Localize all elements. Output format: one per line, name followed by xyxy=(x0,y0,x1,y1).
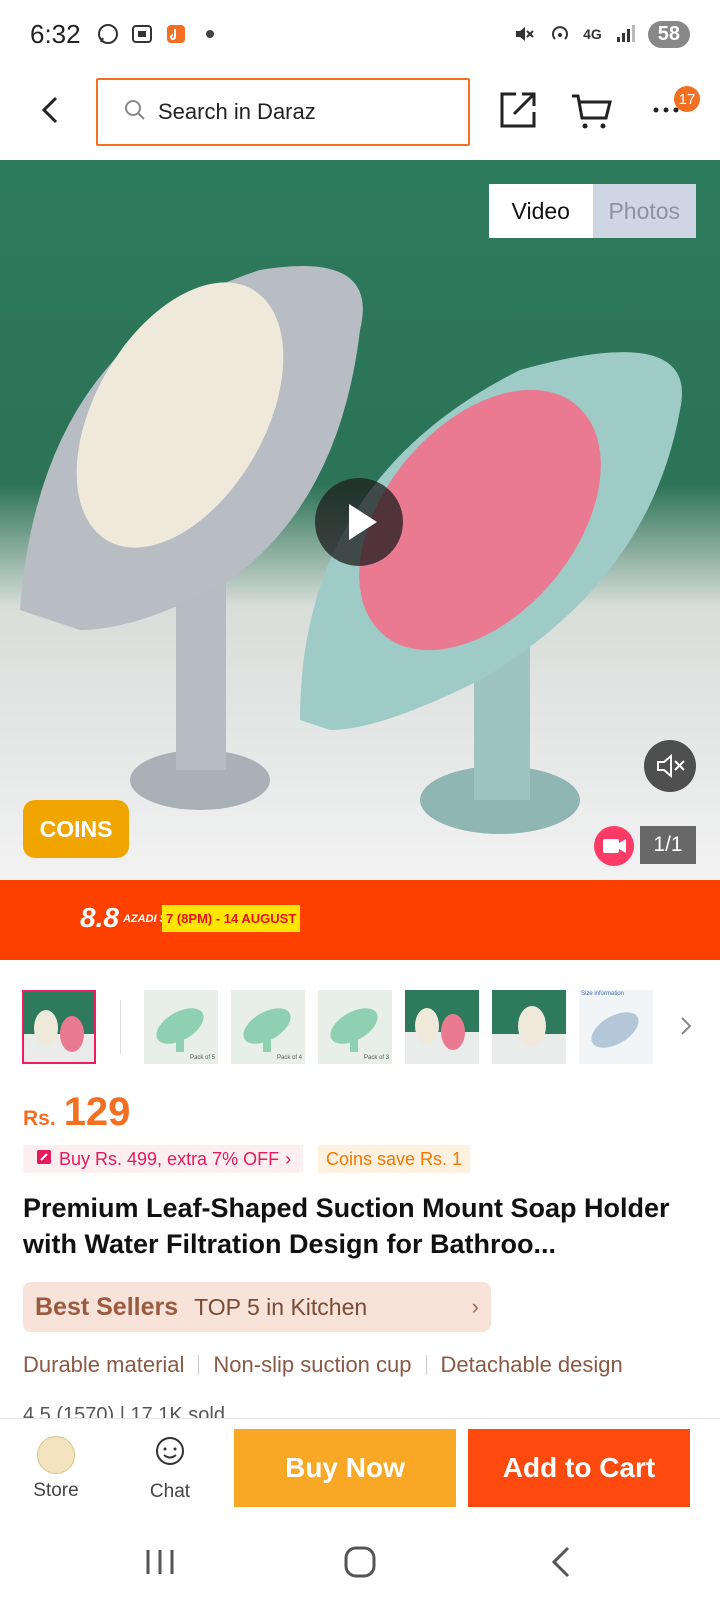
coins-badge[interactable]: COINS xyxy=(23,800,129,858)
media-toggle: Video Photos xyxy=(489,184,696,238)
back-button[interactable] xyxy=(30,90,70,130)
recent-apps-icon[interactable] xyxy=(140,1542,180,1587)
store-label: Store xyxy=(33,1480,79,1501)
feature-divider xyxy=(198,1355,200,1375)
search-icon xyxy=(124,99,146,126)
media-counter: 1/1 xyxy=(640,826,696,864)
feature-tags: Durable material Non-slip suction cup De… xyxy=(23,1352,720,1378)
system-nav-bar xyxy=(0,1524,720,1600)
back-nav-icon[interactable] xyxy=(542,1542,582,1587)
search-placeholder: Search in Daraz xyxy=(158,99,316,124)
mute-icon xyxy=(511,21,537,47)
thumbnail-item[interactable]: Pack of 3 xyxy=(318,990,392,1064)
home-icon[interactable] xyxy=(340,1542,380,1587)
status-time: 6:32 xyxy=(30,18,81,49)
thumbnail-strip: Pack of 5 Pack of 4 Pack of 3 Size infor… xyxy=(22,988,698,1064)
feature-tag: Non-slip suction cup xyxy=(213,1352,412,1377)
whatsapp-icon xyxy=(95,21,121,47)
tab-photos[interactable]: Photos xyxy=(592,184,696,238)
sale-logo-number: 8.8 xyxy=(80,902,119,933)
thumbnail-item[interactable]: Pack of 4 xyxy=(231,990,305,1064)
thumbnail-caption: Pack of 3 xyxy=(363,1055,389,1061)
play-icon[interactable] xyxy=(315,478,403,566)
store-button[interactable]: Store xyxy=(16,1429,96,1509)
tab-video[interactable]: Video xyxy=(489,184,593,238)
price-currency: Rs. xyxy=(23,1107,56,1130)
promo-text: Buy Rs. 499, extra 7% OFF xyxy=(59,1148,280,1169)
hotspot-icon xyxy=(547,21,573,47)
scan-icon xyxy=(129,21,155,47)
video-camera-icon xyxy=(594,826,634,866)
voucher-icon xyxy=(35,1148,53,1171)
store-logo-icon xyxy=(37,1436,75,1474)
chat-button[interactable]: Chat xyxy=(130,1429,210,1509)
promo-voucher[interactable]: Buy Rs. 499, extra 7% OFF › xyxy=(23,1145,304,1173)
dot-icon xyxy=(197,21,223,47)
best-seller-rank[interactable]: Best Sellers TOP 5 in Kitchen › xyxy=(23,1282,491,1332)
thumbnail-divider xyxy=(120,1000,121,1054)
battery-indicator: 58 xyxy=(647,20,690,48)
search-input[interactable]: Search in Daraz xyxy=(96,78,470,146)
add-to-cart-button[interactable]: Add to Cart xyxy=(468,1429,690,1507)
chevron-right-icon: › xyxy=(471,1294,479,1319)
thumbnail-caption: Size information xyxy=(581,991,625,997)
chat-label: Chat xyxy=(149,1481,191,1502)
coins-save-badge: Coins save Rs. 1 xyxy=(318,1145,471,1173)
best-seller-tag: Best Sellers xyxy=(35,1292,179,1321)
cart-icon[interactable] xyxy=(570,88,614,132)
status-bar: 6:32 4G 58 xyxy=(0,0,720,68)
signal-icon xyxy=(612,21,638,47)
volume-muted-icon[interactable] xyxy=(644,740,696,792)
thumbnail-item[interactable] xyxy=(22,990,96,1064)
feature-tag: Detachable design xyxy=(440,1352,623,1377)
cart-count-badge: 17 xyxy=(674,86,700,112)
top-nav: Search in Daraz xyxy=(0,68,720,160)
best-seller-text: TOP 5 in Kitchen xyxy=(194,1293,368,1320)
bottom-action-bar: Store Chat Buy Now Add to Cart xyxy=(0,1418,720,1524)
feature-divider xyxy=(425,1355,427,1375)
sale-dates: 7 (8PM) - 14 AUGUST xyxy=(162,905,301,932)
chevron-right-icon: › xyxy=(285,1148,292,1169)
thumbnail-caption: Pack of 4 xyxy=(276,1055,302,1061)
chat-icon xyxy=(153,1435,187,1475)
share-icon[interactable] xyxy=(496,88,540,132)
thumbnail-item[interactable]: Size information xyxy=(579,990,653,1064)
product-media[interactable]: Video Photos COINS 1/1 xyxy=(0,160,720,880)
network-label: 4G xyxy=(583,26,602,42)
price-value: 129 xyxy=(63,1090,131,1134)
buy-now-button[interactable]: Buy Now xyxy=(234,1429,456,1507)
chevron-right-icon[interactable] xyxy=(674,1006,698,1046)
thumbnail-item[interactable] xyxy=(492,990,566,1064)
sale-banner[interactable]: 8.8 AZADI SALE 7 (8PM) - 14 AUGUST xyxy=(0,880,720,960)
thumbnail-item[interactable] xyxy=(405,990,479,1064)
feature-tag: Durable material xyxy=(23,1352,185,1377)
app-icon xyxy=(163,21,189,47)
product-title: Premium Leaf-Shaped Suction Mount Soap H… xyxy=(23,1193,670,1259)
thumbnail-caption: Pack of 5 xyxy=(189,1055,215,1061)
price: Rs. 129 xyxy=(23,1090,130,1135)
thumbnail-item[interactable]: Pack of 5 xyxy=(144,990,218,1064)
